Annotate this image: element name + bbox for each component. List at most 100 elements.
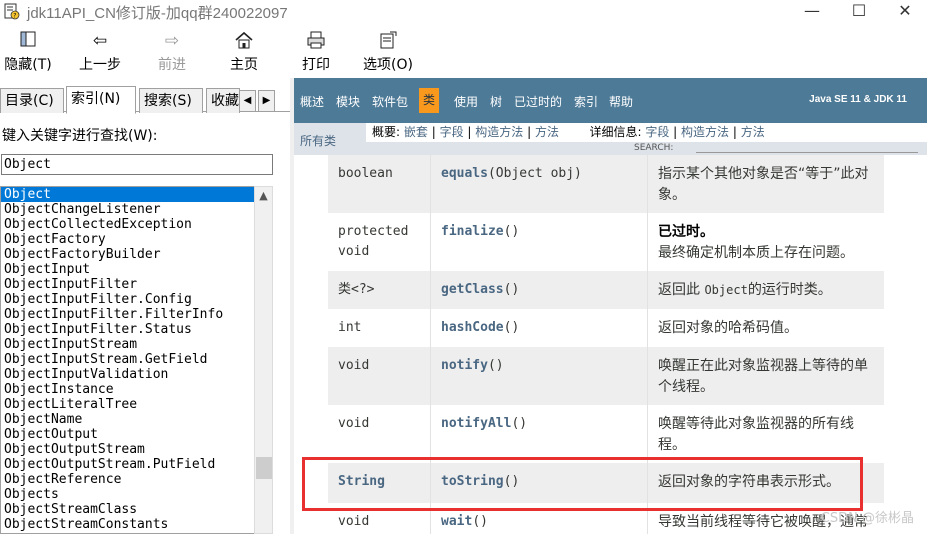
version-label: Java SE 11 & JDK 11 <box>809 94 907 105</box>
index-list[interactable]: Object ObjectChangeListener ObjectCollecte… <box>0 186 254 534</box>
index-list-item[interactable]: ObjectInputFilter <box>1 277 254 292</box>
index-list-item[interactable]: ObjectInputFilter.Status <box>1 322 254 337</box>
forward-label: 前进 <box>158 57 186 73</box>
method-name-link[interactable]: equals <box>441 166 488 181</box>
method-name-link[interactable]: finalize <box>441 224 504 239</box>
method-name-link[interactable]: getClass <box>441 282 504 297</box>
description-text: 指示某个其他对象是否“等于”此对象。 <box>658 166 869 203</box>
tab-index[interactable]: 索引(N) <box>66 86 136 114</box>
nav-index[interactable]: 索引 <box>574 93 598 110</box>
method-modifier: 类<?> <box>328 271 431 309</box>
index-list-item[interactable]: ObjectLiteralTree <box>1 397 254 412</box>
method-name-link[interactable]: notify <box>441 358 488 373</box>
index-list-item[interactable]: ObjectStreamClass <box>1 502 254 517</box>
method-modifier: boolean <box>328 155 431 213</box>
index-list-item[interactable]: ObjectFactory <box>1 232 254 247</box>
tab-contents[interactable]: 目录(C) <box>0 88 64 113</box>
index-list-item[interactable]: ObjectName <box>1 412 254 427</box>
detail-field-link[interactable]: 字段 <box>645 125 669 139</box>
close-button[interactable]: ✕ <box>882 0 927 24</box>
search-input[interactable] <box>696 142 918 153</box>
nav-tree[interactable]: 树 <box>490 93 502 110</box>
index-list-item[interactable]: Object <box>1 187 254 202</box>
index-list-item[interactable]: ObjectOutputStream <box>1 442 254 457</box>
method-description: 唤醒等待此对象监视器的所有线程。 <box>648 405 884 463</box>
index-list-item[interactable]: ObjectChangeListener <box>1 202 254 217</box>
scroll-up-icon[interactable]: ▲ <box>255 187 272 205</box>
index-list-item[interactable]: Objects <box>1 487 254 502</box>
tab-favorites[interactable]: 收藏 <box>206 88 240 113</box>
method-row: void notifyAll() 唤醒等待此对象监视器的所有线程。 <box>328 405 884 463</box>
arrow-left-icon: ⇦ <box>92 31 108 51</box>
nav-deprecated[interactable]: 已过时的 <box>514 93 562 110</box>
all-classes-link[interactable]: 所有类 <box>300 132 336 149</box>
home-icon <box>216 30 272 52</box>
method-params: () <box>503 224 520 239</box>
method-params: () <box>472 514 488 529</box>
home-label: 主页 <box>230 57 258 73</box>
triangle-right-icon: ▶ <box>262 95 271 106</box>
description-text: 的运行时类。 <box>747 282 832 298</box>
index-list-item[interactable]: ObjectOutput <box>1 427 254 442</box>
index-list-item[interactable]: ObjectInputValidation <box>1 367 254 382</box>
nav-help[interactable]: 帮助 <box>609 93 633 110</box>
nav-overview[interactable]: 概述 <box>300 93 324 110</box>
home-button[interactable]: 主页 <box>216 30 272 74</box>
method-row: boolean equals(Object obj) 指示某个其他对象是否“等于”此… <box>328 155 884 213</box>
method-row: int hashCode() 返回对象的哈希码值。 <box>328 309 884 347</box>
description-text: 最终确定机制本质上存在问题。 <box>658 245 854 261</box>
index-list-item[interactable]: ObjectOutputStream.PutField <box>1 457 254 472</box>
hide-label: 隐藏(T) <box>4 57 52 73</box>
tab-scroll-right[interactable]: ▶ <box>258 90 275 112</box>
index-list-item[interactable]: ObjectInput <box>1 262 254 277</box>
hide-button[interactable]: 隐藏(T) <box>0 30 56 74</box>
method-modifier: void <box>328 405 431 463</box>
window-title: jdk11API_CN修订版-加qq群240022097 <box>27 5 288 22</box>
minimize-button[interactable]: — <box>789 0 835 24</box>
detail-method-link[interactable]: 方法 <box>741 125 765 139</box>
summary-constructor-link[interactable]: 构造方法 <box>475 125 523 139</box>
index-list-item[interactable]: ObjectInstance <box>1 382 254 397</box>
index-list-item[interactable]: ObjectInputStream <box>1 337 254 352</box>
print-button[interactable]: 打印 <box>288 30 344 74</box>
index-list-item[interactable]: ObjectInputFilter.Config <box>1 292 254 307</box>
navigation-pane: 目录(C) 索引(N) 搜索(S) 收藏 ◀ ▶ 键入关键字进行查找(W): O… <box>0 78 290 534</box>
nav-module[interactable]: 模块 <box>336 93 360 110</box>
method-description: 指示某个其他对象是否“等于”此对象。 <box>648 155 884 213</box>
method-name-link[interactable]: wait <box>441 514 472 529</box>
index-list-item[interactable]: ObjectFactoryBuilder <box>1 247 254 262</box>
printer-icon <box>288 30 344 52</box>
index-list-item[interactable]: ObjectInputFilter.FilterInfo <box>1 307 254 322</box>
summary-nested-link[interactable]: 嵌套 <box>404 125 428 139</box>
toolbar: 隐藏(T) ⇦ 上一步 ⇨ 前进 主页 打印 选项(O) <box>0 24 927 76</box>
method-description: 已过时。 最终确定机制本质上存在问题。 <box>648 213 884 271</box>
method-row: 类<?> getClass() 返回此 Object的运行时类。 <box>328 271 884 309</box>
tab-scroll-left[interactable]: ◀ <box>239 90 256 112</box>
scrollbar-thumb[interactable] <box>256 457 272 479</box>
options-label: 选项(O) <box>363 57 413 73</box>
method-row: void notify() 唤醒正在此对象监视器上等待的单个线程。 <box>328 347 884 405</box>
maximize-button[interactable]: ☐ <box>836 0 882 24</box>
summary-field-link[interactable]: 字段 <box>440 125 464 139</box>
index-list-item[interactable]: ObjectInputStream.GetField <box>1 352 254 367</box>
method-name-link[interactable]: notifyAll <box>441 416 511 431</box>
options-button[interactable]: 选项(O) <box>360 30 416 74</box>
method-modifier: int <box>328 309 431 347</box>
help-app-icon: ? <box>4 3 20 20</box>
index-list-item[interactable]: ObjectCollectedException <box>1 217 254 232</box>
detail-constructor-link[interactable]: 构造方法 <box>681 125 729 139</box>
nav-use[interactable]: 使用 <box>454 93 478 110</box>
method-description: 返回对象的哈希码值。 <box>648 309 884 347</box>
index-list-item[interactable]: ObjectReference <box>1 472 254 487</box>
top-navbar: 概述 模块 软件包 类 使用 树 已过时的 索引 帮助 Java SE 11 &… <box>294 78 927 123</box>
method-name-link[interactable]: hashCode <box>441 320 504 335</box>
summary-method-link[interactable]: 方法 <box>535 125 559 139</box>
method-params: () <box>487 358 504 373</box>
tab-search[interactable]: 搜索(S) <box>139 88 203 113</box>
index-list-scrollbar[interactable]: ▲ <box>254 186 273 534</box>
index-list-item[interactable]: ObjectStreamConstants <box>1 517 254 532</box>
keyword-input[interactable] <box>1 154 273 175</box>
back-button[interactable]: ⇦ 上一步 <box>72 30 128 74</box>
forward-button[interactable]: ⇨ 前进 <box>144 30 200 74</box>
nav-package[interactable]: 软件包 <box>372 93 408 110</box>
